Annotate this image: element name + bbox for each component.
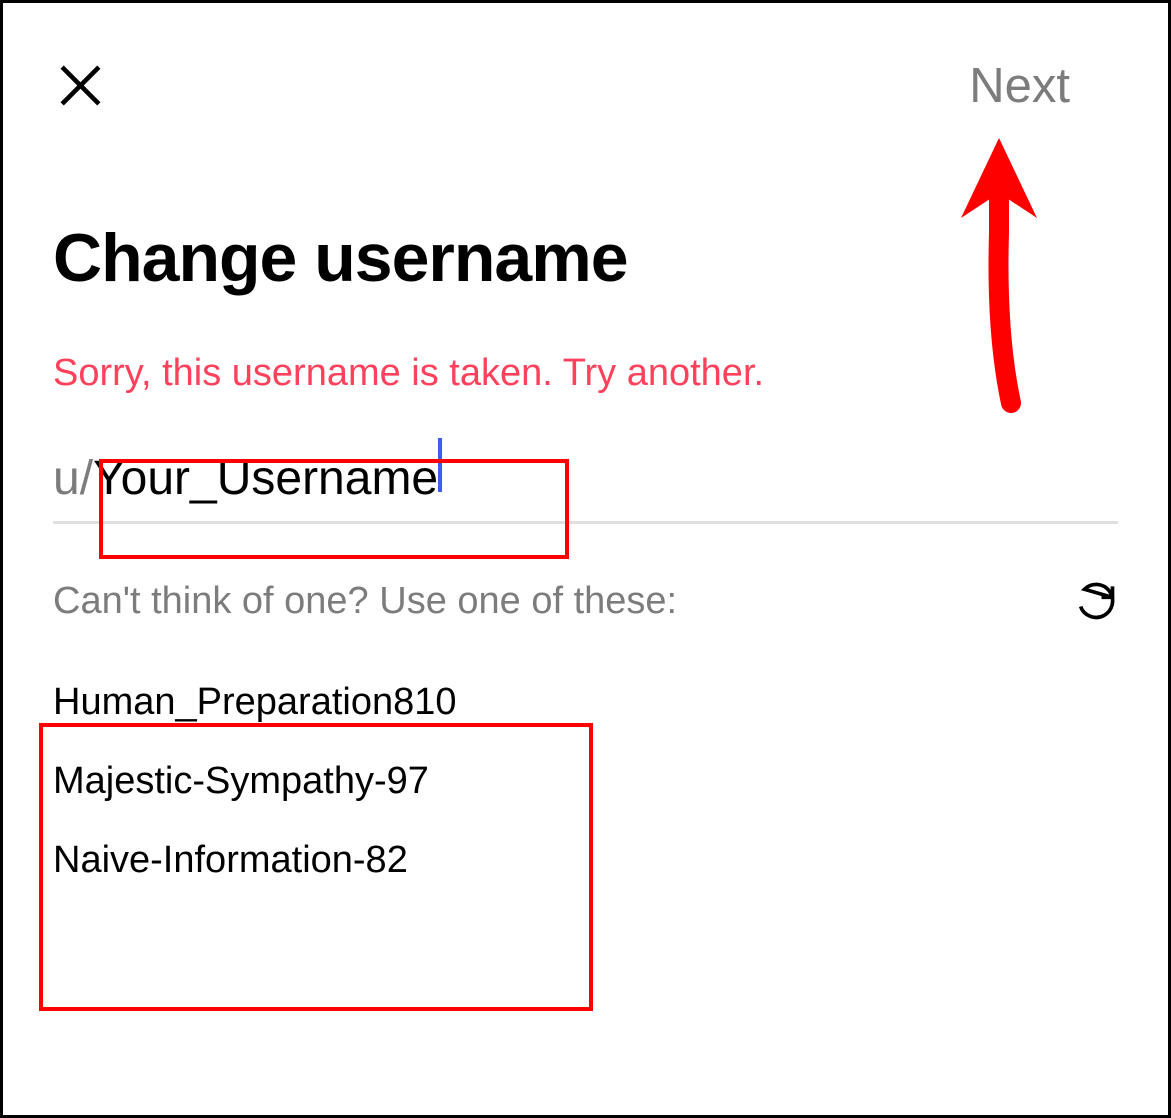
error-message: Sorry, this username is taken. Try anoth…	[3, 297, 1168, 395]
next-button[interactable]: Next	[969, 58, 1118, 114]
close-icon	[53, 58, 108, 113]
suggestions-label: Can't think of one? Use one of these:	[53, 580, 677, 623]
page-title: Change username	[3, 114, 1168, 297]
suggestions-list: Human_Preparation810 Majestic-Sympathy-9…	[3, 623, 1168, 900]
refresh-suggestions-button[interactable]	[1074, 579, 1118, 623]
close-button[interactable]	[53, 58, 108, 113]
suggestion-item[interactable]: Naive-Information-82	[53, 821, 1118, 900]
suggestion-item[interactable]: Human_Preparation810	[53, 663, 1118, 742]
suggestion-item[interactable]: Majestic-Sympathy-97	[53, 742, 1118, 821]
refresh-icon	[1074, 579, 1118, 623]
username-input[interactable]: Your_Username	[93, 451, 438, 506]
username-field[interactable]: u/ Your_Username	[53, 395, 1118, 524]
username-prefix: u/	[53, 451, 93, 506]
text-cursor	[438, 438, 442, 492]
